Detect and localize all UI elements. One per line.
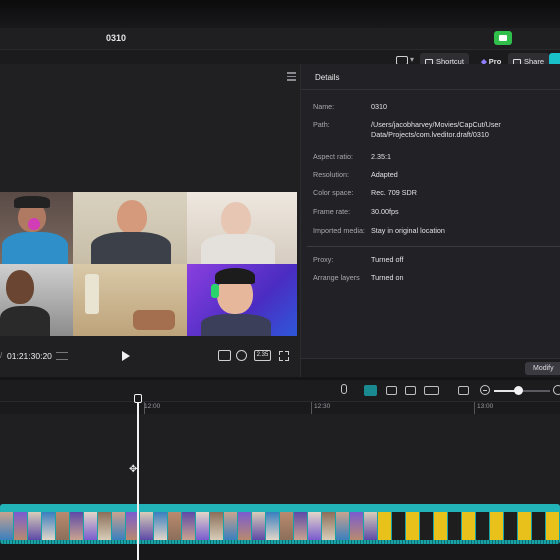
list-icon[interactable]	[56, 352, 68, 360]
clip-thumbnail	[196, 512, 209, 540]
details-title: Details	[315, 73, 340, 82]
target-icon[interactable]	[236, 350, 247, 361]
video-clip[interactable]	[0, 504, 560, 544]
clip-thumbnail	[84, 512, 97, 540]
clip-thumbnail	[98, 512, 111, 540]
clip-thumbnail	[504, 512, 517, 540]
clip-thumbnail	[168, 512, 181, 540]
ruler-tick	[311, 402, 312, 414]
play-icon[interactable]	[122, 351, 130, 361]
aspect-ratio-button[interactable]: 2.35	[254, 350, 271, 361]
clip-thumbnail	[238, 512, 251, 540]
ruler-tick	[474, 402, 475, 414]
video-tile	[0, 264, 73, 336]
player-panel: / 01:21:30:20 2.35	[0, 64, 301, 377]
playhead-handle[interactable]	[134, 394, 142, 403]
plus-icon[interactable]	[553, 385, 560, 395]
video-tile	[187, 192, 297, 264]
clip-thumbnails	[0, 512, 560, 540]
zoom-handle[interactable]	[514, 386, 523, 395]
clip-thumbnail	[448, 512, 461, 540]
ruler-label: 12:00	[144, 403, 161, 410]
clip-thumbnail	[462, 512, 475, 540]
clip-thumbnail	[294, 512, 307, 540]
clip-thumbnail	[154, 512, 167, 540]
clip-thumbnail	[140, 512, 153, 540]
move-cursor-icon: ✥	[129, 464, 138, 475]
details-footer: Modify	[301, 358, 560, 377]
clip-thumbnail	[532, 512, 545, 540]
timeline-toolbar	[0, 380, 560, 402]
clip-thumbnail	[434, 512, 447, 540]
clip-thumbnail	[420, 512, 433, 540]
ruler-label: 13:00	[477, 403, 494, 410]
link-icon[interactable]	[405, 386, 416, 395]
player-controls: / 01:21:30:20 2.35	[0, 345, 301, 369]
window-title: 0310	[106, 33, 127, 43]
menu-icon[interactable]	[287, 72, 296, 83]
clip-thumbnail	[308, 512, 321, 540]
clip-thumbnail	[266, 512, 279, 540]
clip-thumbnail	[112, 512, 125, 540]
clip-thumbnail	[490, 512, 503, 540]
link-toggle-icon[interactable]	[364, 385, 377, 396]
clip-thumbnail	[322, 512, 335, 540]
camera-icon[interactable]	[494, 31, 512, 45]
details-panel: Details Name: 0310 Path: /Users/jacobhar…	[301, 64, 560, 377]
details-header: Details	[301, 64, 560, 90]
mic-icon[interactable]	[341, 384, 347, 394]
clip-thumbnail	[378, 512, 391, 540]
details-divider	[307, 246, 560, 247]
audio-track[interactable]	[0, 544, 560, 560]
clip-thumbnail	[518, 512, 531, 540]
minus-icon[interactable]	[480, 385, 490, 395]
clip-thumbnail	[14, 512, 27, 540]
video-tile	[187, 264, 297, 336]
clip-thumbnail	[406, 512, 419, 540]
clip-thumbnail	[252, 512, 265, 540]
clip-thumbnail	[336, 512, 349, 540]
crop-icon[interactable]	[218, 350, 231, 361]
modify-button[interactable]: Modify	[525, 362, 560, 375]
video-preview[interactable]	[0, 192, 297, 336]
snap-icon[interactable]	[386, 386, 397, 395]
clip-thumbnail	[28, 512, 41, 540]
video-tile	[73, 264, 187, 336]
fullscreen-icon[interactable]	[279, 351, 289, 361]
timecode-separator: /	[0, 351, 3, 360]
clip-thumbnail	[0, 512, 13, 540]
timeline-ruler[interactable]: 12:00 12:30 13:00	[0, 402, 560, 414]
clip-header	[0, 504, 560, 512]
clip-thumbnail	[70, 512, 83, 540]
clip-thumbnail	[364, 512, 377, 540]
playhead[interactable]	[137, 396, 139, 560]
title-bar: 0310	[0, 28, 560, 50]
video-tile	[73, 192, 187, 264]
screen-icon[interactable]	[458, 386, 469, 395]
clip-thumbnail	[350, 512, 363, 540]
video-tile	[0, 192, 73, 264]
clip-thumbnail	[182, 512, 195, 540]
ruler-label: 12:30	[314, 403, 331, 410]
chevron-down-icon[interactable]: ▾	[410, 55, 414, 64]
current-timecode: 01:21:30:20	[7, 351, 52, 361]
clip-thumbnail	[280, 512, 293, 540]
clip-thumbnail	[392, 512, 405, 540]
clip-thumbnail	[210, 512, 223, 540]
clip-thumbnail	[224, 512, 237, 540]
clip-thumbnail	[56, 512, 69, 540]
clip-thumbnail	[476, 512, 489, 540]
clip-thumbnail	[546, 512, 559, 540]
monitor-bezel	[0, 0, 560, 30]
clip-thumbnail	[42, 512, 55, 540]
preview-axis-icon[interactable]	[424, 386, 439, 395]
